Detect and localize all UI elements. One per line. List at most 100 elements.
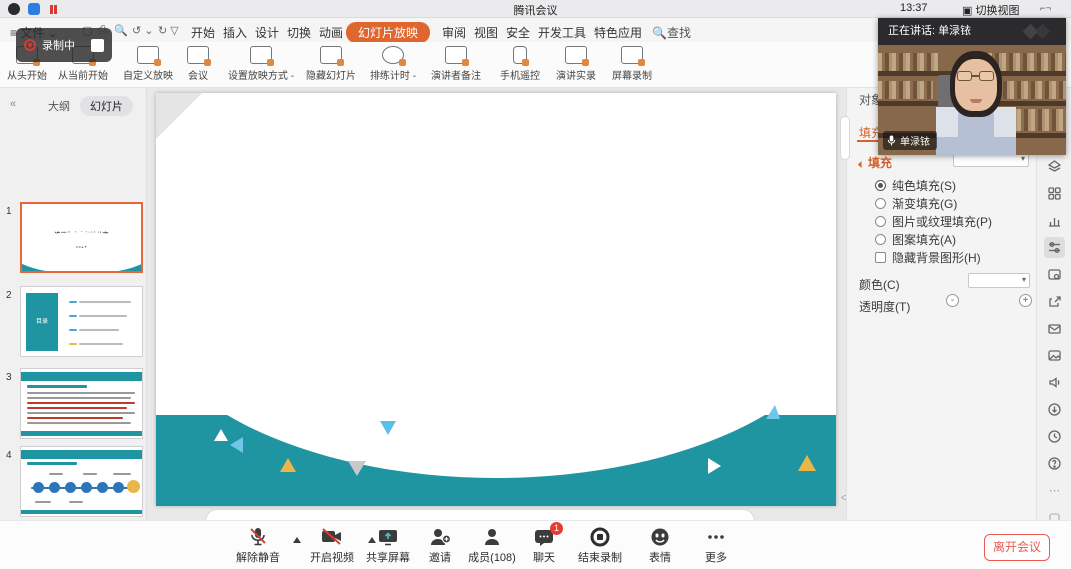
color-label: 颜色(C) xyxy=(859,276,900,293)
thumbnail-slide-1[interactable]: 选调生个人经验分享 ▸◂ ▴ ▾ xyxy=(20,202,143,273)
control-label: 结束录制 xyxy=(568,549,632,565)
control-label: 更多 xyxy=(684,549,748,565)
more-tools-icon[interactable]: ⋯ xyxy=(1044,480,1065,501)
notes-icon xyxy=(445,46,467,64)
emoji-icon xyxy=(650,527,670,547)
triangle-decor xyxy=(230,437,243,453)
thumbnail-slide-4[interactable] xyxy=(20,446,143,517)
meeting-control-bar: 解除静音 开启视频 共享屏幕 邀请 成员(108) 1 聊天 结束录制 xyxy=(0,520,1071,569)
phone-remote-button[interactable]: 手机遥控 xyxy=(492,46,548,82)
radio-icon xyxy=(875,198,886,209)
find-button[interactable]: 🔍查找 xyxy=(646,22,697,43)
menu-animation[interactable]: 动画 xyxy=(313,22,349,43)
leave-meeting-button[interactable]: 离开会议 xyxy=(984,534,1050,561)
recording-label: 录制中 xyxy=(42,37,85,53)
help-icon[interactable] xyxy=(1044,453,1065,474)
menu-transition[interactable]: 切换 xyxy=(281,22,317,43)
custom-show-button[interactable]: 自定义放映 xyxy=(118,46,178,82)
menu-design[interactable]: 设计 xyxy=(249,22,285,43)
menu-devtools[interactable]: 开发工具 xyxy=(532,22,592,43)
option-gradient-fill[interactable]: 渐变填充(G) xyxy=(875,195,957,212)
switch-view-label: 切换视图 xyxy=(975,5,1019,17)
stop-recording-icon[interactable] xyxy=(91,39,104,52)
lecture-record-button[interactable]: 演讲实录 xyxy=(548,46,604,82)
color-dropdown[interactable] xyxy=(968,273,1030,288)
option-label: 图案填充(A) xyxy=(892,231,956,248)
meeting-button[interactable]: 会议 xyxy=(178,46,218,82)
option-picture-fill[interactable]: 图片或纹理填充(P) xyxy=(875,213,992,230)
webcam-video: 单渌铱 xyxy=(878,45,1066,155)
setup-show-button[interactable]: 设置放映方式 - xyxy=(222,46,300,82)
history-icon[interactable] xyxy=(1044,426,1065,447)
slide-number: 1 xyxy=(6,206,12,217)
undo-icon[interactable]: ↺ ⌄ xyxy=(132,24,154,37)
object-properties-icon[interactable] xyxy=(1044,237,1065,258)
menu-review[interactable]: 审阅 xyxy=(436,22,472,43)
start-video-button[interactable]: 开启视频 xyxy=(300,527,364,565)
panel-collapse-handle[interactable] xyxy=(840,116,850,160)
menu-slideshow[interactable]: 幻灯片放映 xyxy=(346,22,430,43)
button-label: 隐藏幻灯片 xyxy=(300,67,362,82)
current-slide[interactable]: 选调生个人经验分享 单渌铱 2017级土地资源管理硕士 浙江省杭州市西湖区选调生 xyxy=(156,93,836,506)
style-layers-icon[interactable] xyxy=(1044,156,1065,177)
menu-home[interactable]: 开始 xyxy=(185,22,221,43)
preview-icon[interactable]: 🔍 xyxy=(114,24,128,37)
speaker-notes-button[interactable]: 演讲者备注 xyxy=(424,46,488,82)
meeting-video-overlay[interactable]: 正在讲话: 单渌铱 单渌铱 xyxy=(878,18,1066,155)
menu-security[interactable]: 安全 xyxy=(500,22,536,43)
thumb-toc-label: 目录 xyxy=(26,293,58,351)
audio-icon[interactable] xyxy=(1044,372,1065,393)
redo-icon[interactable]: ↻ ▽ xyxy=(158,24,179,37)
radio-icon xyxy=(875,216,886,227)
transparency-minus-button[interactable]: - xyxy=(946,294,959,307)
mail-icon[interactable] xyxy=(1044,318,1065,339)
thumbnail-slide-3[interactable] xyxy=(20,368,143,439)
rehearse-timing-button[interactable]: 排练计时 - xyxy=(362,46,424,82)
slide-number: 3 xyxy=(6,372,12,383)
triangle-decor xyxy=(280,458,296,472)
invite-icon xyxy=(428,527,452,547)
participant-name: 单渌铱 xyxy=(900,133,930,148)
chart-icon[interactable] xyxy=(1044,210,1065,231)
slide-image-icon[interactable] xyxy=(1044,264,1065,285)
thumbnail-slide-2[interactable]: 目录 xyxy=(20,286,143,357)
download-icon[interactable] xyxy=(1044,399,1065,420)
control-label: 开启视频 xyxy=(300,549,364,565)
layout-grid-icon[interactable] xyxy=(1044,183,1065,204)
screen-record-button[interactable]: 屏幕录制 xyxy=(604,46,660,82)
fill-section-header[interactable]: 填充 xyxy=(859,154,892,171)
hide-slide-button[interactable]: 隐藏幻灯片 xyxy=(300,46,362,82)
menu-apps[interactable]: 特色应用 xyxy=(588,22,648,43)
tab-slides[interactable]: 幻灯片 xyxy=(80,96,133,116)
picture-icon[interactable] xyxy=(1044,345,1065,366)
phone-icon xyxy=(513,46,527,64)
screen: 腾讯会议 13:37 ▣ 切换视图 ⌐ ¬ ≡ 文件 ⌄ ▢ ⎙ 🔍 ↺ ⌄ ↻… xyxy=(0,0,1071,569)
setup-show-icon xyxy=(250,46,272,64)
unmute-button[interactable]: 解除静音 xyxy=(226,527,290,565)
stop-record-button[interactable]: 结束录制 xyxy=(568,527,632,565)
option-label: 渐变填充(G) xyxy=(892,195,957,212)
more-button[interactable]: 更多 xyxy=(684,527,748,565)
chat-button[interactable]: 1 聊天 xyxy=(512,527,576,565)
transparency-plus-button[interactable]: + xyxy=(1019,294,1032,307)
menu-view[interactable]: 视图 xyxy=(468,22,504,43)
option-hide-background[interactable]: 隐藏背景图形(H) xyxy=(875,249,981,266)
custom-show-icon xyxy=(137,46,159,64)
button-label: 从当前开始 xyxy=(52,67,114,82)
emoji-button[interactable]: 表情 xyxy=(628,527,692,565)
switch-view-button[interactable]: ▣ 切换视图 xyxy=(962,2,1019,18)
button-label: 从头开始 xyxy=(0,67,54,82)
option-pattern-fill[interactable]: 图案填充(A) xyxy=(875,231,956,248)
menu-insert[interactable]: 插入 xyxy=(217,22,253,43)
os-title-bar: 腾讯会议 13:37 ▣ 切换视图 ⌐ ¬ xyxy=(0,0,1071,18)
slide-number: 4 xyxy=(6,450,12,461)
tab-outline[interactable]: 大纲 xyxy=(38,96,80,116)
button-label: 演讲者备注 xyxy=(424,67,488,82)
expand-icon[interactable]: ⌐ ¬ xyxy=(1040,3,1052,13)
slide-arc xyxy=(156,115,836,478)
share-icon[interactable] xyxy=(1044,291,1065,312)
option-solid-fill[interactable]: 纯色填充(S) xyxy=(875,177,956,194)
collapse-panel-button[interactable]: « xyxy=(10,98,16,110)
control-label: 表情 xyxy=(628,549,692,565)
mic-icon xyxy=(887,135,896,146)
